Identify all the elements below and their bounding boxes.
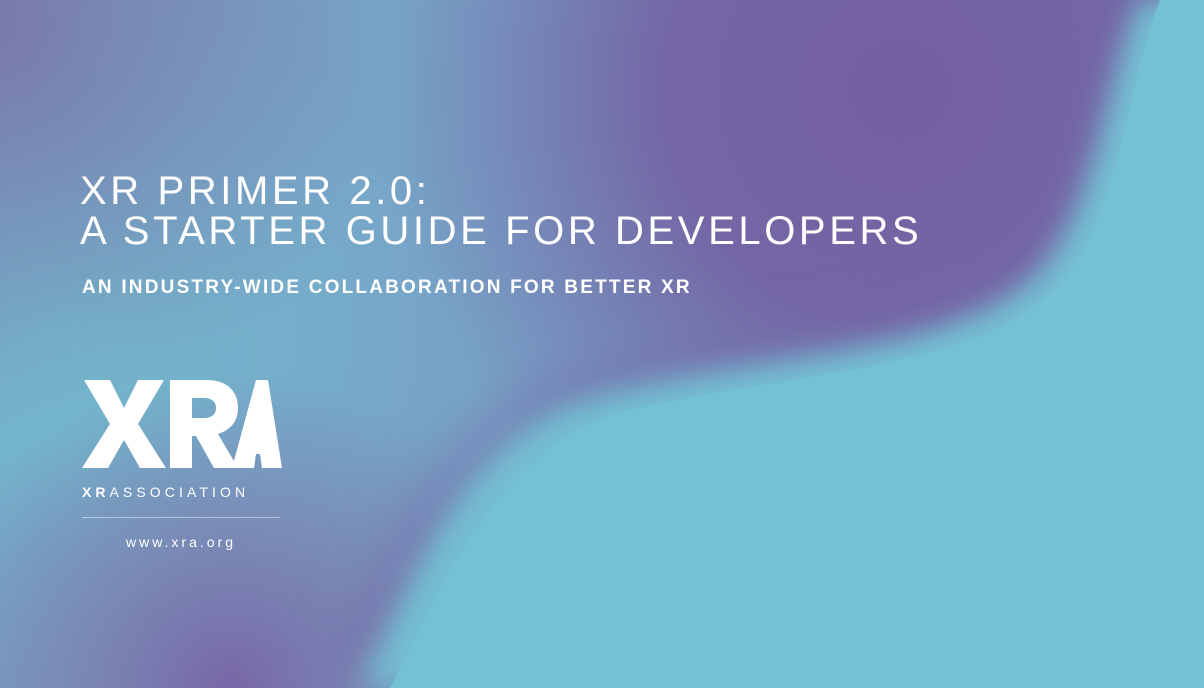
cover-page: XR PRIMER 2.0: A STARTER GUIDE FOR DEVEL… [0, 0, 1204, 688]
website-url: www.xra.org [125, 534, 237, 550]
document-title: XR PRIMER 2.0: A STARTER GUIDE FOR DEVEL… [80, 171, 922, 251]
document-subtitle: AN INDUSTRY-WIDE COLLABORATION FOR BETTE… [82, 277, 692, 298]
xra-logo-block: XRASSOCIATION www.xra.org [82, 378, 284, 558]
title-line-2: A STARTER GUIDE FOR DEVELOPERS [80, 209, 923, 253]
wordmark-association: ASSOCIATION [109, 484, 250, 500]
wordmark-xr: XR [82, 484, 110, 500]
background-gradient-wave [0, 0, 1204, 688]
xra-logo-mark [82, 380, 282, 468]
title-line-1: XR PRIMER 2.0: [80, 169, 431, 213]
xra-wordmark: XRASSOCIATION [82, 484, 249, 500]
logo-divider [82, 517, 280, 518]
